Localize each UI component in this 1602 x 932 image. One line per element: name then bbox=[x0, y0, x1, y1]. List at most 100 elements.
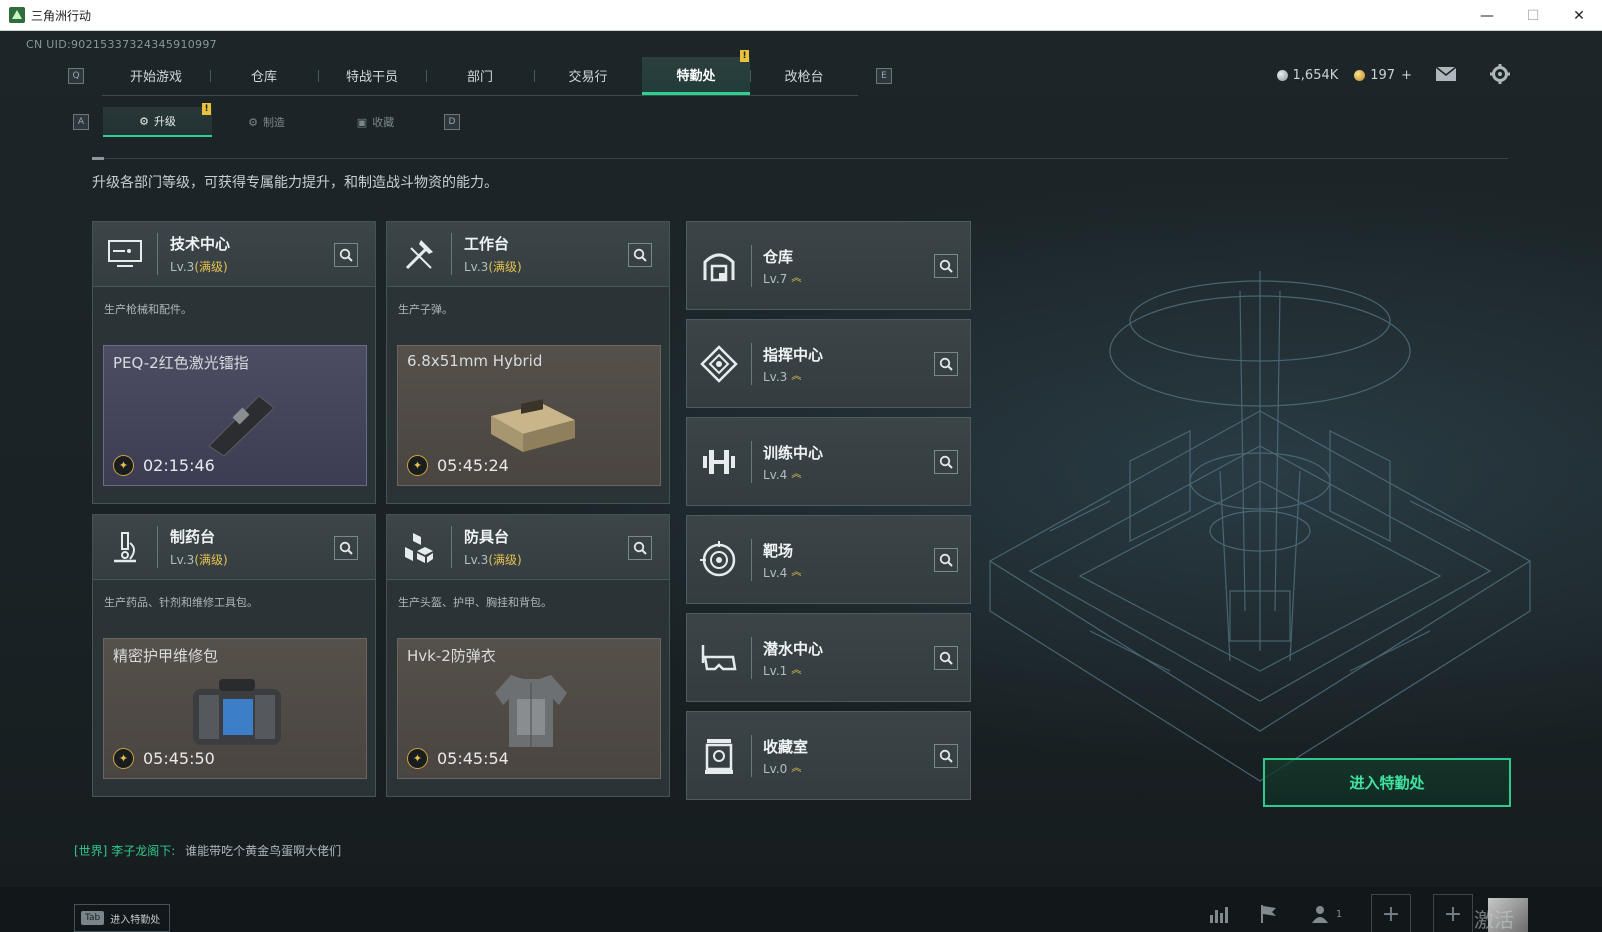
enter-special-ops-button[interactable]: 进入特勤处 bbox=[1263, 758, 1511, 807]
body-armor-image bbox=[495, 675, 567, 747]
facility-row-collection-room[interactable]: 收藏室 Lv.0 ︽ bbox=[686, 711, 971, 800]
production-slot[interactable]: Hvk-2防弹衣 ✦ 05:45:54 bbox=[397, 638, 661, 779]
chat-message: 谁能带吃个黄金鸟蛋啊大佬们 bbox=[185, 844, 342, 858]
inspect-search-icon[interactable] bbox=[934, 646, 958, 670]
close-button[interactable]: ✕ bbox=[1556, 0, 1602, 31]
window-title: 三角洲行动 bbox=[31, 8, 92, 23]
tab-start-game[interactable]: 开始游戏 bbox=[102, 57, 210, 95]
silver-amount: 1,654K bbox=[1292, 68, 1339, 83]
collection-icon: ▣ bbox=[356, 115, 368, 129]
stats-chart-icon[interactable] bbox=[1205, 900, 1233, 928]
tab-key-hint[interactable]: Tab 进入特勤处 bbox=[74, 904, 171, 932]
wrench-icon: ✦ bbox=[113, 455, 134, 476]
card-level: Lv.3(满级) bbox=[464, 260, 522, 274]
upgrade-arrow-icon: ︽ bbox=[791, 664, 802, 676]
tab-gunsmith[interactable]: 改枪台 bbox=[750, 57, 858, 95]
facility-level: Lv.3 ︽ bbox=[763, 369, 802, 384]
production-timer: ✦ 02:15:46 bbox=[113, 455, 215, 476]
inspect-search-icon[interactable] bbox=[628, 536, 652, 560]
subtab-upgrade-label: 升级 bbox=[153, 115, 176, 128]
next-subtab-key-hint[interactable]: D bbox=[444, 114, 460, 130]
sub-navigation: A ⚙ 升级 ! ⚙ 制造 ▣ 收藏 D bbox=[73, 103, 460, 137]
production-slot[interactable]: PEQ-2红色激光镭指 ✦ 02:15:46 bbox=[103, 345, 367, 486]
card-level: Lv.3(满级) bbox=[464, 553, 522, 567]
inspect-search-icon[interactable] bbox=[934, 744, 958, 768]
gold-currency[interactable]: 197 + bbox=[1354, 68, 1412, 83]
add-teammate-button-2[interactable]: + bbox=[1433, 894, 1473, 932]
inspect-search-icon[interactable] bbox=[934, 254, 958, 278]
facility-name: 指挥中心 bbox=[763, 345, 824, 364]
friends-icon[interactable]: 1 bbox=[1305, 900, 1349, 928]
tab-warehouse[interactable]: 仓库 bbox=[210, 57, 318, 95]
repair-kit-bag-image bbox=[193, 679, 281, 745]
silver-coin-icon bbox=[1276, 70, 1288, 81]
facility-row-diving-center[interactable]: 潜水中心 Lv.1 ︽ bbox=[686, 613, 971, 702]
production-slot[interactable]: 6.8x51mm Hybrid ✦ 05:45:24 bbox=[397, 345, 661, 486]
next-tab-key-hint[interactable]: E bbox=[876, 68, 892, 84]
inspect-search-icon[interactable] bbox=[334, 536, 358, 560]
mail-icon[interactable] bbox=[1434, 64, 1458, 84]
card-description: 生产子弹。 bbox=[398, 303, 453, 316]
tab-special-ops[interactable]: 特勤处 ! bbox=[642, 49, 750, 95]
card-name: 防具台 bbox=[464, 528, 510, 546]
subtab-upgrade[interactable]: ⚙ 升级 ! bbox=[103, 103, 212, 137]
silver-currency: 1,654K bbox=[1276, 68, 1339, 83]
tab-operators[interactable]: 特战干员 bbox=[318, 57, 426, 95]
page-description: 升级各部门等级，可获得专属能力提升，和制造战斗物资的能力。 bbox=[92, 175, 498, 191]
subtab-notification-badge: ! bbox=[202, 103, 211, 115]
facility-card-tech-center[interactable]: 技术中心 Lv.3(满级) 生产枪械和配件。 PEQ-2红色激光镭指 ✦ 02:1… bbox=[92, 221, 376, 504]
settings-gear-icon[interactable] bbox=[1488, 64, 1512, 84]
facility-row-command-center[interactable]: 指挥中心 Lv.3 ︽ bbox=[686, 319, 971, 408]
flag-icon[interactable] bbox=[1255, 900, 1283, 928]
nav-tabs: 开始游戏 仓库 特战干员 部门 交易行 特勤处 ! 改枪台 bbox=[102, 49, 858, 96]
card-name: 制药台 bbox=[170, 528, 216, 546]
chat-user[interactable]: 李子龙阁下: bbox=[111, 844, 175, 858]
inspect-search-icon[interactable] bbox=[334, 243, 358, 267]
chat-channel: [世界] bbox=[74, 844, 108, 858]
facility-card-workbench[interactable]: 工作台 Lv.3(满级) 生产子弹。 6.8x51mm Hybrid ✦ 05:4… bbox=[386, 221, 670, 504]
inspect-search-icon[interactable] bbox=[628, 243, 652, 267]
card-level: Lv.3(满级) bbox=[170, 260, 228, 274]
production-slot[interactable]: 精密护甲维修包 ✦ 05:45:50 bbox=[103, 638, 367, 779]
facility-row-warehouse[interactable]: 仓库 Lv.7 ︽ bbox=[686, 221, 971, 310]
boxes-icon bbox=[387, 515, 451, 580]
tab-department[interactable]: 部门 bbox=[426, 57, 534, 95]
gold-amount: 197 bbox=[1370, 68, 1396, 83]
inspect-search-icon[interactable] bbox=[934, 548, 958, 572]
card-name: 技术中心 bbox=[170, 235, 231, 253]
upgrade-arrow-icon: ︽ bbox=[791, 566, 802, 578]
production-timer: ✦ 05:45:50 bbox=[113, 748, 215, 769]
base-blueprint-illustration bbox=[988, 271, 1532, 782]
subtab-collection-label: 收藏 bbox=[372, 116, 395, 129]
target-icon bbox=[687, 515, 751, 604]
product-name: Hvk-2防弹衣 bbox=[407, 647, 496, 665]
world-chat-line[interactable]: [世界] 李子龙阁下: 谁能带吃个黄金鸟蛋啊大佬们 bbox=[74, 842, 341, 859]
facility-row-shooting-range[interactable]: 靶场 Lv.4 ︽ bbox=[686, 515, 971, 604]
prev-tab-key-hint[interactable]: Q bbox=[68, 68, 84, 84]
tab-key: Tab bbox=[81, 911, 105, 925]
facility-level: Lv.4 ︽ bbox=[763, 565, 802, 580]
tab-trading[interactable]: 交易行 bbox=[534, 57, 642, 95]
facility-row-training-center[interactable]: 训练中心 Lv.4 ︽ bbox=[686, 417, 971, 506]
product-name: 精密护甲维修包 bbox=[113, 647, 219, 665]
prev-subtab-key-hint[interactable]: A bbox=[73, 114, 89, 130]
wrench-icon: ✦ bbox=[113, 748, 134, 769]
friends-online-count: 1 bbox=[1335, 908, 1343, 920]
maximize-button[interactable]: ☐ bbox=[1510, 0, 1556, 31]
facility-card-armor-bench[interactable]: 防具台 Lv.3(满级) 生产头盔、护甲、胸挂和背包。 Hvk-2防弹衣 ✦ 05… bbox=[386, 514, 670, 797]
inspect-search-icon[interactable] bbox=[934, 450, 958, 474]
currency-display: 1,654K 197 + bbox=[1261, 68, 1412, 83]
tab-special-ops-label: 特勤处 bbox=[676, 68, 716, 84]
card-name: 工作台 bbox=[464, 235, 510, 253]
minimize-button[interactable]: — bbox=[1464, 0, 1510, 31]
facility-card-pharmacy[interactable]: 制药台 Lv.3(满级) 生产药品、针剂和维修工具包。 精密护甲维修包 ✦ 05:… bbox=[92, 514, 376, 797]
monitor-icon bbox=[93, 222, 157, 287]
facility-level: Lv.7 ︽ bbox=[763, 271, 802, 286]
subtab-collection[interactable]: ▣ 收藏 bbox=[321, 107, 430, 137]
facility-name: 潜水中心 bbox=[763, 639, 824, 658]
facility-level: Lv.4 ︽ bbox=[763, 467, 802, 482]
inspect-search-icon[interactable] bbox=[934, 352, 958, 376]
gold-add-button[interactable]: + bbox=[1401, 68, 1412, 83]
subtab-craft[interactable]: ⚙ 制造 bbox=[212, 107, 321, 137]
add-teammate-button[interactable]: + bbox=[1371, 894, 1411, 932]
